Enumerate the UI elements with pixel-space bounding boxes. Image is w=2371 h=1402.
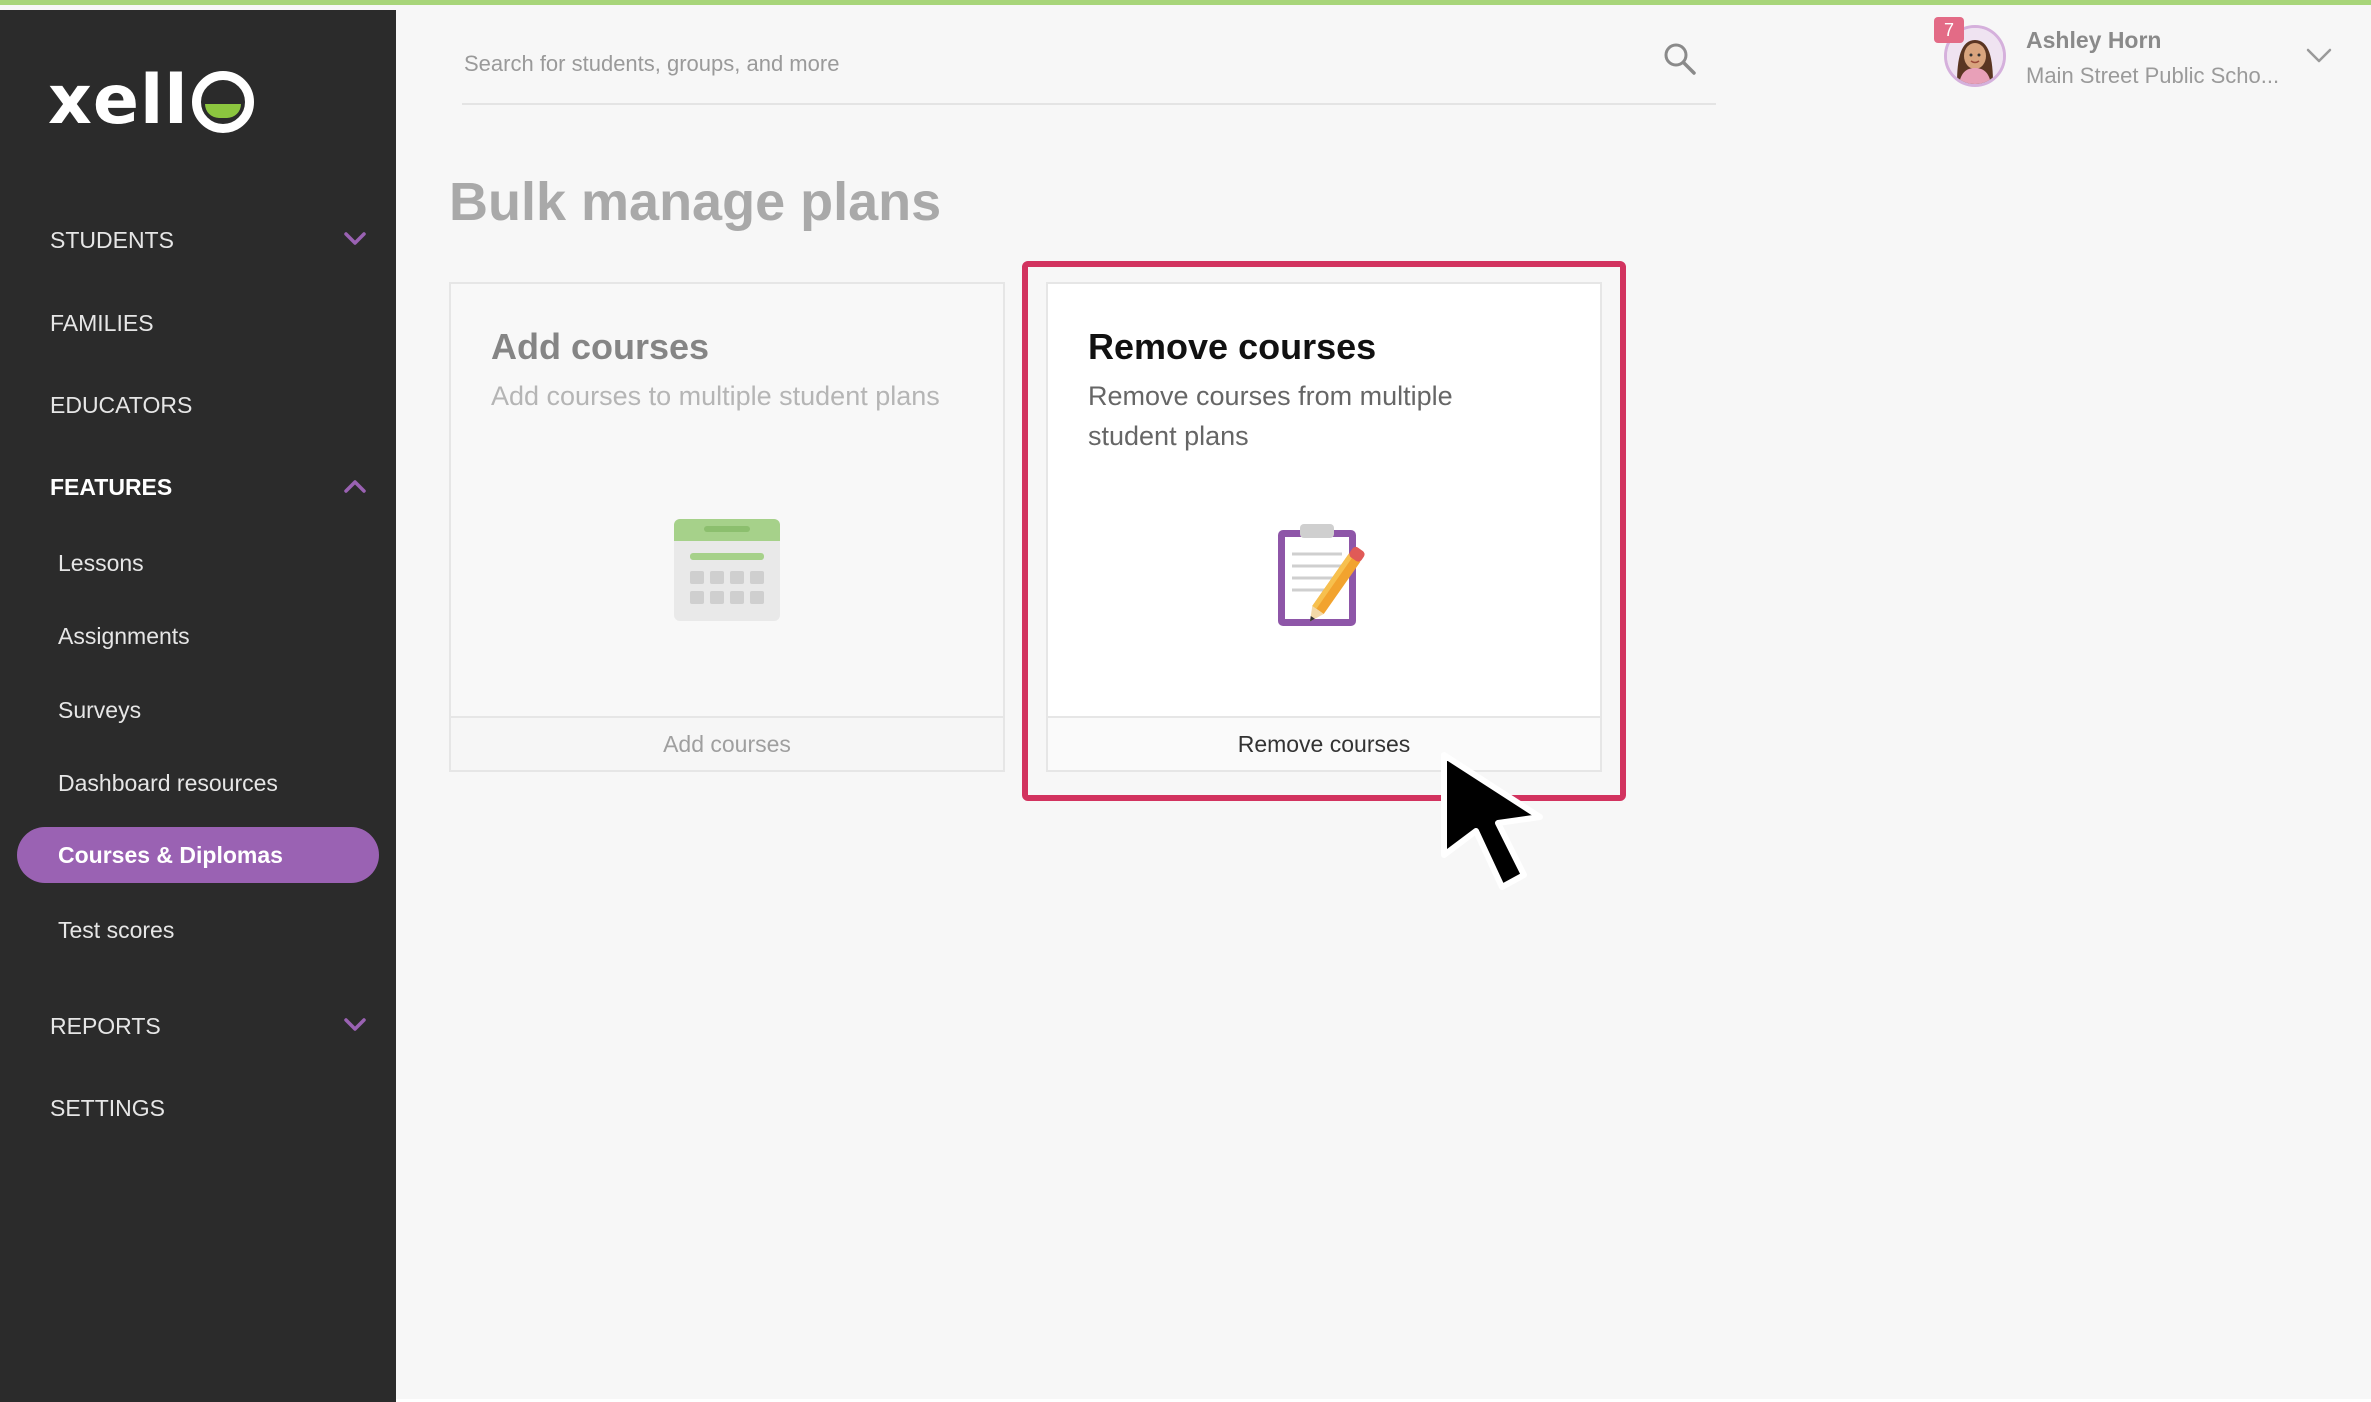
user-profile-menu[interactable]: 7 Ashley Horn Main Street Public Scho... [1934, 17, 2354, 97]
sidebar-item-reports[interactable]: REPORTS [0, 996, 396, 1056]
logo-o-icon [191, 71, 254, 133]
card-title: Remove courses [1088, 326, 1377, 367]
search-input[interactable] [462, 41, 1646, 87]
remove-courses-card: Remove courses Remove courses from multi… [1046, 282, 1602, 772]
user-school: Main Street Public Scho... [2026, 63, 2280, 88]
clipboard-pencil-icon [1274, 522, 1374, 633]
add-courses-button[interactable]: Add courses [451, 716, 1003, 770]
calendar-icon [674, 519, 780, 626]
sidebar-item-settings[interactable]: SETTINGS [0, 1078, 396, 1138]
sidebar-item-surveys[interactable]: Surveys [0, 680, 396, 740]
sidebar-item-educators[interactable]: EDUCATORS [0, 375, 396, 435]
sidebar-item-courses-diplomas[interactable]: Courses & Diplomas [17, 827, 379, 883]
sidebar-item-label: Assignments [58, 622, 190, 649]
sidebar: xell STUDENTS FAMILIES EDUCATORS FEATURE… [0, 10, 396, 1402]
sidebar-item-features[interactable]: FEATURES [0, 457, 396, 517]
sidebar-item-assignments[interactable]: Assignments [0, 606, 396, 666]
sidebar-item-label: Test scores [58, 916, 175, 943]
sidebar-item-label: Courses & Diplomas [58, 841, 283, 868]
chevron-down-icon [344, 232, 366, 248]
sidebar-item-families[interactable]: FAMILIES [0, 293, 396, 353]
sidebar-item-label: STUDENTS [50, 226, 174, 253]
page-title: Bulk manage plans [449, 172, 942, 232]
card-description: Add courses to multiple student plans [491, 381, 940, 411]
card-description: Remove courses from multiple student pla… [1088, 381, 1453, 451]
sidebar-item-label: FAMILIES [50, 309, 154, 336]
user-name: Ashley Horn [2026, 27, 2162, 53]
sidebar-item-label: FEATURES [50, 473, 173, 500]
sidebar-item-label: Surveys [58, 696, 142, 723]
chevron-down-icon [344, 1018, 366, 1034]
search-icon[interactable] [1662, 41, 1698, 77]
notification-badge[interactable]: 7 [1934, 17, 1964, 43]
card-title: Add courses [491, 326, 710, 367]
search-bar [462, 33, 1716, 105]
sidebar-item-test-scores[interactable]: Test scores [0, 900, 396, 960]
chevron-up-icon [344, 479, 366, 495]
remove-courses-button[interactable]: Remove courses [1048, 716, 1600, 770]
sidebar-item-dashboard-resources[interactable]: Dashboard resources [0, 753, 396, 813]
logo-text: xell [48, 61, 189, 140]
sidebar-item-label: Dashboard resources [58, 769, 278, 796]
app-window: xell STUDENTS FAMILIES EDUCATORS FEATURE… [0, 0, 2371, 1402]
sidebar-item-lessons[interactable]: Lessons [0, 533, 396, 593]
sidebar-item-label: REPORTS [50, 1012, 161, 1039]
sidebar-item-label: EDUCATORS [50, 391, 193, 418]
chevron-down-icon[interactable] [2306, 47, 2332, 65]
add-courses-card: Add courses Add courses to multiple stud… [449, 282, 1005, 772]
xello-logo[interactable]: xell [48, 61, 254, 140]
sidebar-item-students[interactable]: STUDENTS [0, 210, 396, 270]
sidebar-item-label: Lessons [58, 549, 144, 576]
sidebar-item-label: SETTINGS [50, 1094, 166, 1121]
